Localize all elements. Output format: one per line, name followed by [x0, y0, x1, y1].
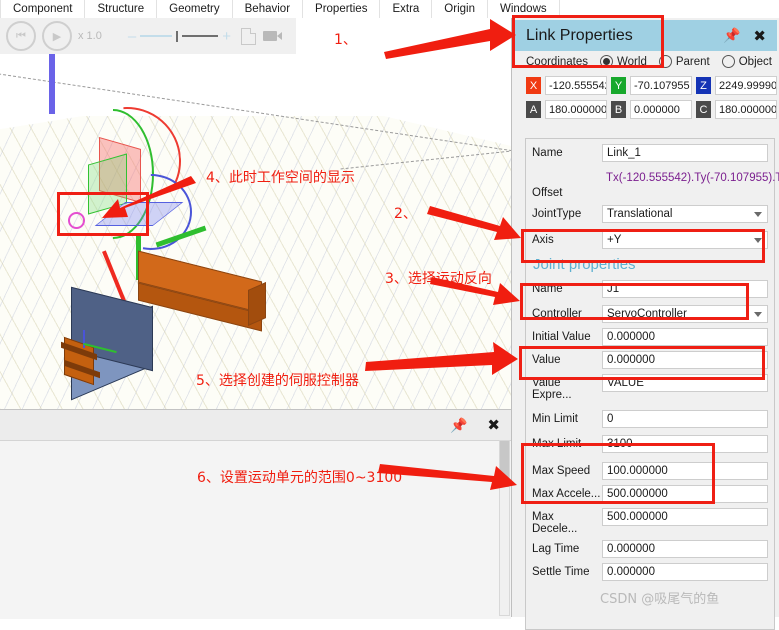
watermark: CSDN @吸尾气的鱼	[600, 592, 720, 607]
annotation-3: 3、选择运动反向	[385, 271, 492, 287]
annotation-arrows	[102, 19, 521, 490]
annotation-2: 2、	[394, 206, 417, 222]
annotation-6: 6、设置运动单元的范围0~3100	[197, 470, 403, 486]
annotation-4: 4、此时工作空间的显示	[206, 170, 355, 186]
annotation-5: 5、选择创建的伺服控制器	[196, 373, 359, 389]
annotation-1: 1、	[334, 32, 357, 48]
